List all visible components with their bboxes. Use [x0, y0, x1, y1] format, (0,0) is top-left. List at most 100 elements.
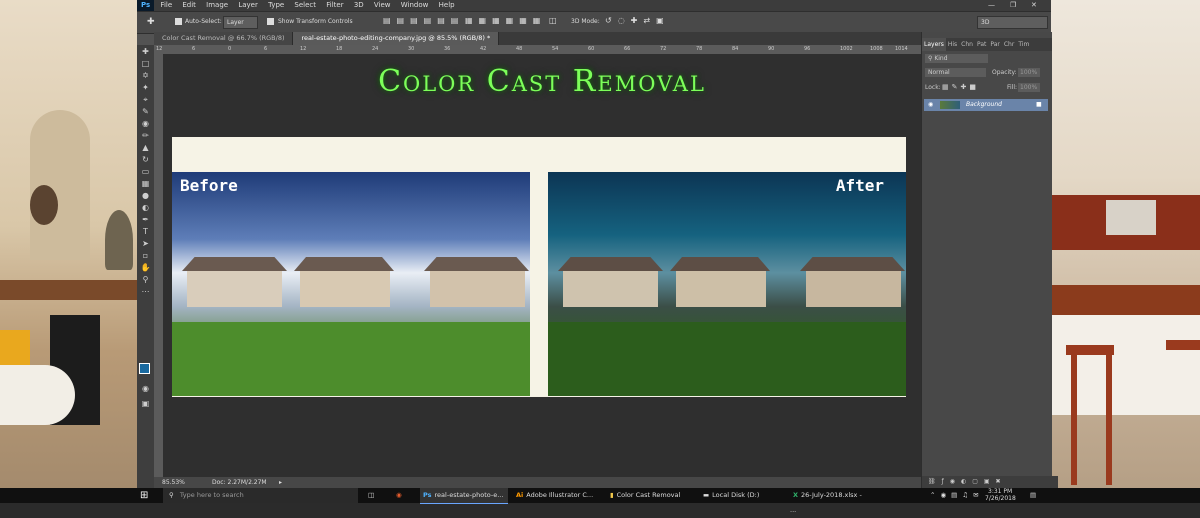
menu-layer[interactable]: Layer — [234, 0, 262, 11]
clock-date[interactable]: 7/26/2018 — [985, 495, 1016, 503]
taskbar: ⊞ ⚲ Type here to search ◫ ◉ Ps real-estat… — [0, 488, 1200, 514]
tab-paths[interactable]: Pat — [975, 38, 988, 51]
menu-window[interactable]: Window — [397, 0, 433, 11]
quick-mask-icon[interactable]: ◉ — [140, 385, 151, 393]
close-button[interactable]: ✕ — [1027, 0, 1041, 11]
notification-icon[interactable]: ▤ — [1030, 488, 1036, 503]
move-tool-icon[interactable]: ✚ — [147, 17, 155, 27]
taskbar-app-illustrator[interactable]: Ai Adobe Illustrator C... — [513, 488, 603, 503]
menu-type[interactable]: Type — [264, 0, 288, 11]
ruler-tick: 30 — [408, 46, 415, 52]
layer-row-background[interactable]: ◉ Background ■ — [924, 99, 1048, 111]
tab-character[interactable]: Chr — [1002, 38, 1016, 51]
left-photo-white-bench — [0, 365, 75, 425]
menu-file[interactable]: File — [156, 0, 176, 11]
photoshop-icon: Ps — [423, 491, 432, 499]
windows-start-icon[interactable]: ⊞ — [140, 488, 148, 503]
brush-tool-icon[interactable]: ✏ — [140, 132, 151, 140]
menu-image[interactable]: Image — [202, 0, 232, 11]
show-transform-label: Show Transform Controls — [278, 18, 353, 25]
lock-icons[interactable]: ▦✎✚■ — [942, 83, 979, 91]
eyedropper-icon[interactable]: ✎ — [140, 108, 151, 116]
search-icon: ⚲ — [169, 491, 174, 499]
tab-timeline[interactable]: Tim — [1016, 38, 1031, 51]
workspace-dropdown[interactable]: 3D — [977, 16, 1048, 29]
document-canvas[interactable]: Color Cast Removal Before After — [163, 54, 921, 477]
menu-view[interactable]: View — [370, 0, 395, 11]
menu-3d[interactable]: 3D — [350, 0, 368, 11]
distribute-icons[interactable]: ▦▦▦▦▦▦ — [465, 16, 546, 25]
3d-mode-label: 3D Mode: — [571, 18, 600, 25]
show-transform-checkbox[interactable] — [267, 18, 274, 25]
dodge-tool-icon[interactable]: ◐ — [140, 204, 151, 212]
marquee-tool-icon[interactable]: □ — [140, 60, 151, 68]
clone-stamp-icon[interactable]: ▲ — [140, 144, 151, 152]
task-view-icon[interactable]: ◫ — [368, 488, 374, 503]
auto-select-dropdown[interactable]: Layer — [223, 16, 258, 29]
taskbar-app-excel[interactable]: X 26-July-2018.xlsx - ... — [790, 488, 870, 514]
auto-align-icon[interactable]: ◫ — [549, 16, 557, 25]
menu-help[interactable]: Help — [435, 0, 459, 11]
taskbar-app-local-disk[interactable]: ▬ Local Disk (D:) — [700, 488, 785, 503]
menu-select[interactable]: Select — [290, 0, 320, 11]
tab-channels[interactable]: Chn — [959, 38, 975, 51]
align-icons[interactable]: ▤▤▤▤▤▤ — [383, 16, 464, 25]
shape-tool-icon[interactable]: ▫ — [140, 252, 151, 260]
auto-select-checkbox[interactable] — [175, 18, 182, 25]
lasso-tool-icon[interactable]: ✡ — [140, 72, 151, 80]
menu-edit[interactable]: Edit — [178, 0, 200, 11]
blend-mode-dropdown[interactable]: Normal — [925, 68, 986, 77]
opacity-field[interactable]: 100% — [1018, 68, 1040, 77]
3d-mode-icons[interactable]: ↺◌✚⇄▣ — [605, 16, 670, 25]
layers-footer-icons[interactable]: ⛓ƒ◉◐▢▣✖ — [922, 476, 1058, 488]
menu-filter[interactable]: Filter — [322, 0, 347, 11]
gradient-tool-icon[interactable]: ▦ — [140, 180, 151, 188]
restore-button[interactable]: ❐ — [1006, 0, 1020, 11]
minimize-button[interactable]: — — [984, 0, 999, 11]
ruler-tick: 1014 — [895, 46, 908, 52]
more-tools-icon[interactable]: ⋯ — [140, 288, 151, 296]
right-photo-microwave — [1106, 200, 1156, 235]
eraser-icon[interactable]: ▭ — [140, 168, 151, 176]
zoom-tool-icon[interactable]: ⚲ — [140, 276, 151, 284]
foreground-color-swatch[interactable] — [139, 363, 150, 374]
magic-wand-icon[interactable]: ✦ — [140, 84, 151, 92]
hand-tool-icon[interactable]: ✋ — [140, 264, 151, 272]
tab-layers[interactable]: Layers — [922, 38, 946, 51]
pen-tool-icon[interactable]: ✒ — [140, 216, 151, 224]
tab-color-cast-removal[interactable]: Color Cast Removal @ 66.7% (RGB/8) — [154, 32, 294, 45]
right-photo-countertop — [1051, 285, 1200, 315]
crop-tool-icon[interactable]: ⌖ — [140, 96, 151, 104]
tab-history[interactable]: His — [946, 38, 959, 51]
chrome-icon[interactable]: ◉ — [396, 488, 402, 503]
horizontal-ruler: 12 6 0 6 12 18 24 30 36 42 48 54 60 66 7… — [154, 45, 921, 54]
ruler-tick: 78 — [696, 46, 703, 52]
kind-filter[interactable]: ⚲ Kind — [925, 54, 988, 63]
path-selection-icon[interactable]: ➤ — [140, 240, 151, 248]
before-photo: Before — [172, 172, 530, 396]
zoom-level[interactable]: 85.53% — [162, 477, 185, 488]
tab-real-estate-photo[interactable]: real-estate-photo-editing-company.jpg @ … — [293, 32, 500, 45]
system-tray-icons[interactable]: ⌃◉▤♫✉ — [930, 488, 984, 503]
left-photo-decor — [30, 185, 58, 225]
tab-paragraph[interactable]: Par — [988, 38, 1002, 51]
taskbar-app-folder[interactable]: ▮ Color Cast Removal — [607, 488, 695, 503]
layers-panel: Layers His Chn Pat Par Chr Tim ⚲ Kind Normal O… — [921, 32, 1058, 488]
before-lawn — [172, 322, 530, 396]
after-lawn — [548, 322, 906, 396]
fill-field[interactable]: 100% — [1018, 83, 1040, 92]
history-brush-icon[interactable]: ↻ — [140, 156, 151, 164]
taskbar-search[interactable]: ⚲ Type here to search — [163, 488, 358, 503]
photoshop-logo: Ps — [137, 0, 155, 11]
screen-mode-icon[interactable]: ▣ — [140, 400, 151, 408]
move-tool-icon[interactable]: ✚ — [140, 48, 151, 56]
status-arrow-icon[interactable]: ▸ — [279, 477, 282, 488]
blur-tool-icon[interactable]: ● — [140, 192, 151, 200]
eye-icon[interactable]: ◉ — [928, 99, 933, 111]
layer-name: Background — [966, 101, 1002, 108]
type-tool-icon[interactable]: T — [140, 228, 151, 236]
healing-brush-icon[interactable]: ◉ — [140, 120, 151, 128]
taskbar-app-photoshop[interactable]: Ps real-estate-photo-e... — [420, 488, 508, 504]
right-photo-stool-seat — [1166, 340, 1200, 350]
left-background-photo — [0, 0, 137, 503]
